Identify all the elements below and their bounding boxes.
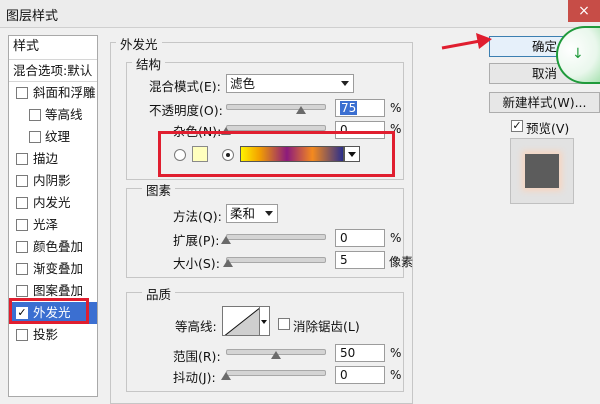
style-checkbox[interactable] [16, 175, 28, 187]
style-item[interactable]: 纹理 [9, 126, 97, 148]
antialias-label: 消除锯齿(L) [293, 319, 360, 334]
range-unit: % [390, 346, 402, 360]
style-item[interactable]: 光泽 [9, 214, 97, 236]
style-checkbox[interactable] [16, 87, 28, 99]
contour-preview[interactable] [222, 306, 260, 336]
spread-slider[interactable] [226, 234, 326, 240]
annotation-arrow-icon [441, 33, 492, 50]
range-label: 范围(R): [173, 349, 221, 364]
blend-mode-value: 滤色 [230, 76, 256, 91]
method-dropdown[interactable]: 柔和 [226, 204, 278, 223]
chevron-down-icon [265, 211, 273, 216]
styles-header[interactable]: 样式 [9, 36, 97, 60]
spread-slider-thumb[interactable] [221, 236, 231, 244]
blend-options-item[interactable]: 混合选项:默认 [9, 60, 97, 82]
style-checkbox[interactable] [16, 285, 28, 297]
quality-title: 品质 [142, 284, 176, 303]
spread-label: 扩展(P): [173, 233, 220, 248]
outer-glow-title: 外发光 [116, 34, 162, 53]
preview-label: 预览(V) [526, 121, 570, 136]
style-preview [510, 138, 574, 204]
style-item-label: 纹理 [45, 129, 71, 144]
jitter-input[interactable]: 0 [335, 366, 385, 384]
range-slider-thumb[interactable] [271, 351, 281, 359]
close-icon[interactable]: × [568, 0, 600, 22]
window-title: 图层样式 [6, 9, 59, 24]
style-preview-swatch [525, 154, 559, 188]
method-label: 方法(Q): [173, 209, 222, 224]
style-item[interactable]: 斜面和浮雕 [9, 82, 97, 104]
style-item[interactable]: 渐变叠加 [9, 258, 97, 280]
style-item-label: 内发光 [33, 195, 71, 210]
jitter-slider-thumb[interactable] [221, 372, 231, 380]
size-input[interactable]: 5 [335, 251, 385, 269]
elements-title: 图素 [142, 180, 176, 199]
style-checkbox[interactable] [16, 241, 28, 253]
new-style-button[interactable]: 新建样式(W)... [489, 92, 600, 113]
style-item-label: 投影 [33, 327, 59, 342]
style-item[interactable]: 描边 [9, 148, 97, 170]
jitter-slider[interactable] [226, 370, 326, 376]
structure-title: 结构 [132, 54, 166, 73]
opacity-input[interactable]: 75 [335, 99, 385, 117]
contour-label: 等高线: [175, 319, 217, 334]
window-titlebar: 图层样式 × [0, 0, 600, 28]
style-checkbox[interactable] [16, 219, 28, 231]
jitter-unit: % [390, 368, 402, 382]
style-checkbox[interactable] [16, 329, 28, 341]
style-item-label: 内阴影 [33, 173, 71, 188]
style-item-label: 颜色叠加 [33, 239, 84, 254]
size-unit: 像素 [389, 255, 414, 269]
style-item[interactable]: 内阴影 [9, 170, 97, 192]
style-item-label: 描边 [33, 151, 59, 166]
annotation-highlight-outer-glow [9, 298, 89, 324]
blend-mode-dropdown[interactable]: 滤色 [226, 74, 354, 93]
style-item[interactable]: 等高线 [9, 104, 97, 126]
spread-input[interactable]: 0 [335, 229, 385, 247]
checkmark-glyph: ↓ [572, 46, 584, 62]
size-slider-thumb[interactable] [223, 259, 233, 267]
opacity-slider[interactable] [226, 104, 326, 110]
blend-mode-label: 混合模式(E): [149, 79, 221, 94]
style-item[interactable]: 颜色叠加 [9, 236, 97, 258]
contour-curve-icon [224, 307, 259, 335]
opacity-value: 75 [340, 101, 358, 115]
style-item-label: 图案叠加 [33, 283, 84, 298]
style-item-label: 斜面和浮雕 [33, 85, 96, 100]
style-checkbox[interactable] [16, 197, 28, 209]
style-checkbox[interactable] [29, 109, 41, 121]
style-item-label: 等高线 [45, 107, 83, 122]
style-checkbox[interactable] [16, 153, 28, 165]
style-item-label: 光泽 [33, 217, 59, 232]
style-checkbox[interactable] [16, 263, 28, 275]
jitter-label: 抖动(J): [173, 370, 216, 385]
method-value: 柔和 [230, 206, 256, 221]
annotation-highlight-gradient [158, 131, 395, 177]
opacity-slider-thumb[interactable] [296, 106, 306, 114]
range-input[interactable]: 50 [335, 344, 385, 362]
preview-checkbox[interactable]: ✓ [511, 120, 523, 132]
spread-unit: % [390, 231, 402, 245]
size-slider[interactable] [226, 257, 326, 263]
styles-panel: 样式 混合选项:默认 斜面和浮雕等高线纹理描边内阴影内发光光泽颜色叠加渐变叠加图… [8, 35, 98, 397]
opacity-label: 不透明度(O): [149, 103, 223, 118]
contour-dropdown-icon[interactable] [260, 306, 270, 336]
style-item[interactable]: 内发光 [9, 192, 97, 214]
style-checkbox[interactable] [29, 131, 41, 143]
opacity-unit: % [390, 101, 402, 115]
chevron-down-icon [341, 81, 349, 86]
style-item-label: 渐变叠加 [33, 261, 84, 276]
style-item[interactable]: 投影 [9, 324, 97, 346]
size-label: 大小(S): [173, 256, 220, 271]
antialias-checkbox[interactable] [278, 318, 290, 330]
